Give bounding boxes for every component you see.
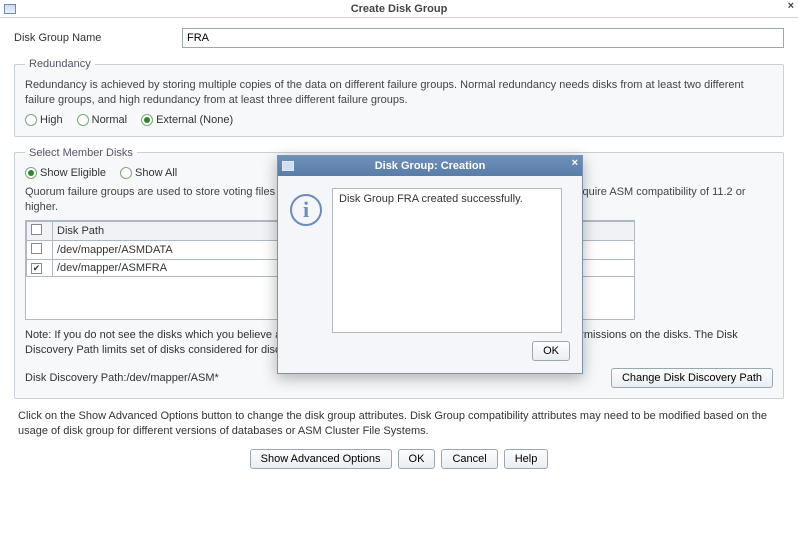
show-eligible-radio[interactable]: Show Eligible: [25, 167, 106, 179]
footer-desc: Click on the Show Advanced Options butto…: [18, 409, 780, 439]
show-all-radio[interactable]: Show All: [120, 167, 177, 179]
dialog-ok-button[interactable]: OK: [532, 341, 570, 361]
window-title: Create Disk Group: [0, 3, 798, 15]
show-advanced-button[interactable]: Show Advanced Options: [250, 449, 392, 469]
redundancy-high-radio[interactable]: High: [25, 114, 63, 126]
info-icon: i: [290, 194, 322, 226]
dialog-title: Disk Group: Creation: [278, 160, 582, 172]
dialog-message-box: Disk Group FRA created successfully.: [332, 188, 562, 333]
window-icon: [4, 4, 16, 14]
radio-icon: [141, 114, 153, 126]
creation-dialog: Disk Group: Creation × i Disk Group FRA …: [277, 155, 583, 374]
show-eligible-label: Show Eligible: [40, 167, 106, 179]
window-titlebar: Create Disk Group ×: [0, 0, 798, 18]
window-icon: [282, 161, 294, 171]
discovery-path: Disk Discovery Path:/dev/mapper/ASM*: [25, 372, 219, 384]
ok-button[interactable]: OK: [398, 449, 436, 469]
dialog-message: Disk Group FRA created successfully.: [339, 193, 523, 205]
change-discovery-path-button[interactable]: Change Disk Discovery Path: [611, 368, 773, 388]
redundancy-legend: Redundancy: [25, 58, 95, 70]
discovery-path-value: /dev/mapper/ASM*: [126, 372, 218, 384]
member-disks-legend: Select Member Disks: [25, 147, 137, 159]
discovery-path-label: Disk Discovery Path:: [25, 372, 126, 384]
redundancy-group: Redundancy Redundancy is achieved by sto…: [14, 58, 784, 137]
help-button[interactable]: Help: [504, 449, 549, 469]
checkbox-icon[interactable]: ✔: [31, 263, 42, 274]
header-checkbox-cell[interactable]: [27, 222, 53, 241]
radio-icon: [120, 167, 132, 179]
redundancy-external-label: External (None): [156, 114, 233, 126]
close-icon[interactable]: ×: [572, 157, 578, 169]
redundancy-normal-radio[interactable]: Normal: [77, 114, 127, 126]
dialog-titlebar[interactable]: Disk Group: Creation ×: [278, 156, 582, 176]
checkbox-icon: [31, 224, 42, 235]
close-icon[interactable]: ×: [788, 0, 794, 12]
radio-icon: [77, 114, 89, 126]
disk-group-name-label: Disk Group Name: [14, 32, 182, 44]
show-all-label: Show All: [135, 167, 177, 179]
radio-icon: [25, 167, 37, 179]
redundancy-external-radio[interactable]: External (None): [141, 114, 233, 126]
redundancy-normal-label: Normal: [92, 114, 127, 126]
redundancy-high-label: High: [40, 114, 63, 126]
radio-icon: [25, 114, 37, 126]
checkbox-icon[interactable]: [31, 243, 42, 254]
cancel-button[interactable]: Cancel: [441, 449, 497, 469]
disk-group-name-input[interactable]: [182, 28, 784, 48]
redundancy-desc: Redundancy is achieved by storing multip…: [25, 78, 773, 108]
